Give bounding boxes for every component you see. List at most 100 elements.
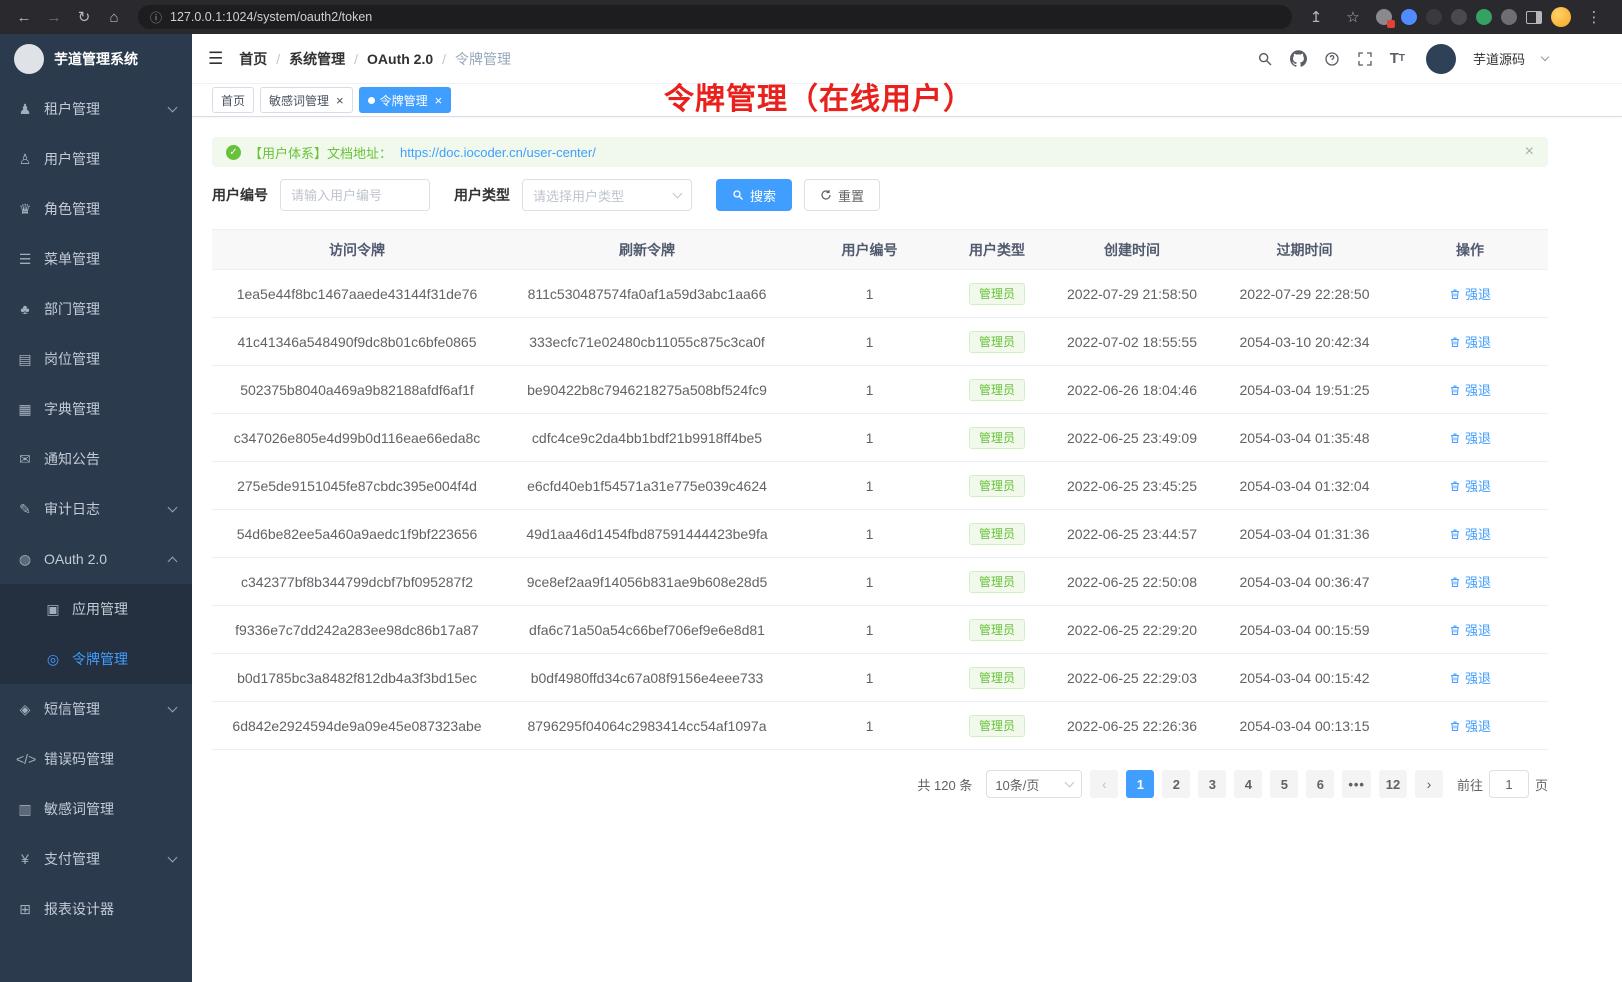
breadcrumb-item[interactable]: 系统管理: [289, 49, 345, 69]
share-icon[interactable]: ↥: [1302, 4, 1330, 30]
side-panel-icon[interactable]: [1526, 11, 1542, 24]
user-type-select[interactable]: 请选择用户类型: [522, 179, 692, 211]
home-icon[interactable]: ⌂: [100, 4, 128, 30]
page-button[interactable]: •••: [1342, 770, 1371, 798]
page-button[interactable]: 4: [1234, 770, 1262, 798]
reset-button[interactable]: 重置: [804, 179, 880, 211]
sidebar-item[interactable]: ♛ 角色管理: [0, 184, 192, 234]
menu-icon: ☰: [16, 251, 34, 268]
browser-menu-icon[interactable]: ⋮: [1580, 4, 1608, 30]
sidebar-item[interactable]: ▥ 敏感词管理: [0, 784, 192, 834]
sidebar-item[interactable]: ♣ 部门管理: [0, 284, 192, 334]
extension-icon[interactable]: [1451, 9, 1467, 25]
extension-icon[interactable]: [1376, 9, 1392, 25]
logo-avatar-image: [14, 44, 44, 74]
page-button[interactable]: 1: [1126, 770, 1154, 798]
cell-create-time: 2022-06-25 23:49:09: [1047, 414, 1217, 462]
github-icon[interactable]: [1290, 50, 1307, 67]
column-header: 访问令牌: [212, 230, 502, 270]
force-logout-button[interactable]: 强退: [1449, 572, 1491, 591]
browser-profile-avatar[interactable]: [1551, 7, 1571, 27]
sidebar-item[interactable]: ◍ OAuth 2.0: [0, 534, 192, 584]
table-row: c347026e805e4d99b0d116eae66eda8c cdfc4ce…: [212, 414, 1548, 462]
alert-close-icon[interactable]: ×: [1525, 143, 1534, 161]
cell-expire-time: 2054-03-04 19:51:25: [1217, 366, 1392, 414]
table-row: 275e5de9151045fe87cbdc395e004f4d e6cfd40…: [212, 462, 1548, 510]
page-button[interactable]: 6: [1306, 770, 1334, 798]
tab[interactable]: 首页: [212, 87, 254, 113]
breadcrumb-item[interactable]: 令牌管理: [455, 49, 511, 69]
sidebar-item[interactable]: ◈ 短信管理: [0, 684, 192, 734]
sidebar-item[interactable]: ▣ 应用管理: [0, 584, 192, 634]
delete-icon: [1449, 528, 1461, 540]
sidebar-item[interactable]: ▤ 岗位管理: [0, 334, 192, 384]
select-caret-icon: [1065, 777, 1075, 787]
force-logout-button[interactable]: 强退: [1449, 716, 1491, 735]
table-row: 6d842e2924594de9a09e45e087323abe 8796295…: [212, 702, 1548, 750]
cell-create-time: 2022-07-29 21:58:50: [1047, 270, 1217, 318]
forward-icon[interactable]: →: [40, 4, 68, 30]
extension-icon[interactable]: [1476, 9, 1492, 25]
breadcrumb-item[interactable]: 首页: [239, 49, 267, 69]
bookmark-star-icon[interactable]: ☆: [1339, 4, 1367, 30]
doc-link[interactable]: https://doc.iocoder.cn/user-center/: [400, 145, 596, 160]
browser-chrome: ← → ↻ ⌂ ⓘ 127.0.0.1:1024/system/oauth2/t…: [0, 0, 1622, 34]
tab-close-icon[interactable]: ×: [435, 94, 443, 107]
site-info-icon[interactable]: ⓘ: [150, 9, 162, 26]
user-id-input[interactable]: [280, 179, 430, 211]
force-logout-button[interactable]: 强退: [1449, 428, 1491, 447]
font-size-icon[interactable]: [1390, 50, 1405, 67]
page-button[interactable]: 3: [1198, 770, 1226, 798]
tab[interactable]: 敏感词管理 ×: [260, 87, 353, 113]
tab-label: 令牌管理: [380, 92, 428, 109]
force-logout-button[interactable]: 强退: [1449, 668, 1491, 687]
sidebar-item[interactable]: ♙ 用户管理: [0, 134, 192, 184]
extensions-puzzle-icon[interactable]: [1501, 9, 1517, 25]
force-logout-button[interactable]: 强退: [1449, 380, 1491, 399]
force-logout-button[interactable]: 强退: [1449, 524, 1491, 543]
user-avatar[interactable]: [1426, 44, 1456, 74]
search-icon[interactable]: [1257, 51, 1273, 67]
sidebar-item[interactable]: ☰ 菜单管理: [0, 234, 192, 284]
cell-refresh-token: b0df4980ffd34c67a08f9156e4eee733: [502, 654, 792, 702]
goto-page-input[interactable]: [1489, 770, 1529, 798]
breadcrumb-separator: /: [354, 51, 358, 67]
user-menu-caret-icon[interactable]: [1541, 53, 1549, 61]
force-logout-button[interactable]: 强退: [1449, 620, 1491, 639]
fullscreen-icon[interactable]: [1357, 51, 1373, 67]
oauth-icon: ◍: [16, 551, 34, 568]
tab-close-icon[interactable]: ×: [336, 94, 344, 107]
force-logout-button[interactable]: 强退: [1449, 476, 1491, 495]
force-logout-button[interactable]: 强退: [1449, 284, 1491, 303]
sidebar-item[interactable]: ¥ 支付管理: [0, 834, 192, 884]
sidebar-item[interactable]: ▦ 字典管理: [0, 384, 192, 434]
page-button[interactable]: 2: [1162, 770, 1190, 798]
sidebar-item[interactable]: ♟ 租户管理: [0, 84, 192, 134]
back-icon[interactable]: ←: [10, 4, 38, 30]
help-icon[interactable]: [1324, 51, 1340, 67]
page-button[interactable]: 5: [1270, 770, 1298, 798]
reload-icon[interactable]: ↻: [70, 4, 98, 30]
cell-expire-time: 2022-07-29 22:28:50: [1217, 270, 1392, 318]
sidebar-item[interactable]: ◎ 令牌管理: [0, 634, 192, 684]
next-page-button[interactable]: ›: [1415, 770, 1443, 798]
extension-icon[interactable]: [1401, 9, 1417, 25]
prev-page-button[interactable]: ‹: [1090, 770, 1118, 798]
extension-icon[interactable]: [1426, 9, 1442, 25]
tab[interactable]: 令牌管理 ×: [359, 87, 452, 113]
user-type-tag: 管理员: [969, 427, 1025, 449]
sidebar-fold-icon[interactable]: ☰: [208, 49, 223, 69]
address-bar[interactable]: ⓘ 127.0.0.1:1024/system/oauth2/token: [138, 5, 1292, 29]
cell-access-token: c347026e805e4d99b0d116eae66eda8c: [212, 414, 502, 462]
sidebar-item[interactable]: ⊞ 报表设计器: [0, 884, 192, 934]
page-size-select[interactable]: 10条/页: [986, 770, 1082, 798]
sidebar-item[interactable]: </> 错误码管理: [0, 734, 192, 784]
sidebar-item[interactable]: ✎ 审计日志: [0, 484, 192, 534]
force-logout-button[interactable]: 强退: [1449, 332, 1491, 351]
search-button[interactable]: 搜索: [716, 179, 792, 211]
breadcrumb: 首页 / 系统管理 / OAuth 2.0 / 令牌管理: [239, 49, 511, 69]
sidebar-item[interactable]: ✉ 通知公告: [0, 434, 192, 484]
app-logo[interactable]: 芋道管理系统: [0, 34, 192, 84]
breadcrumb-item[interactable]: OAuth 2.0: [367, 51, 433, 67]
page-button[interactable]: 12: [1379, 770, 1407, 798]
